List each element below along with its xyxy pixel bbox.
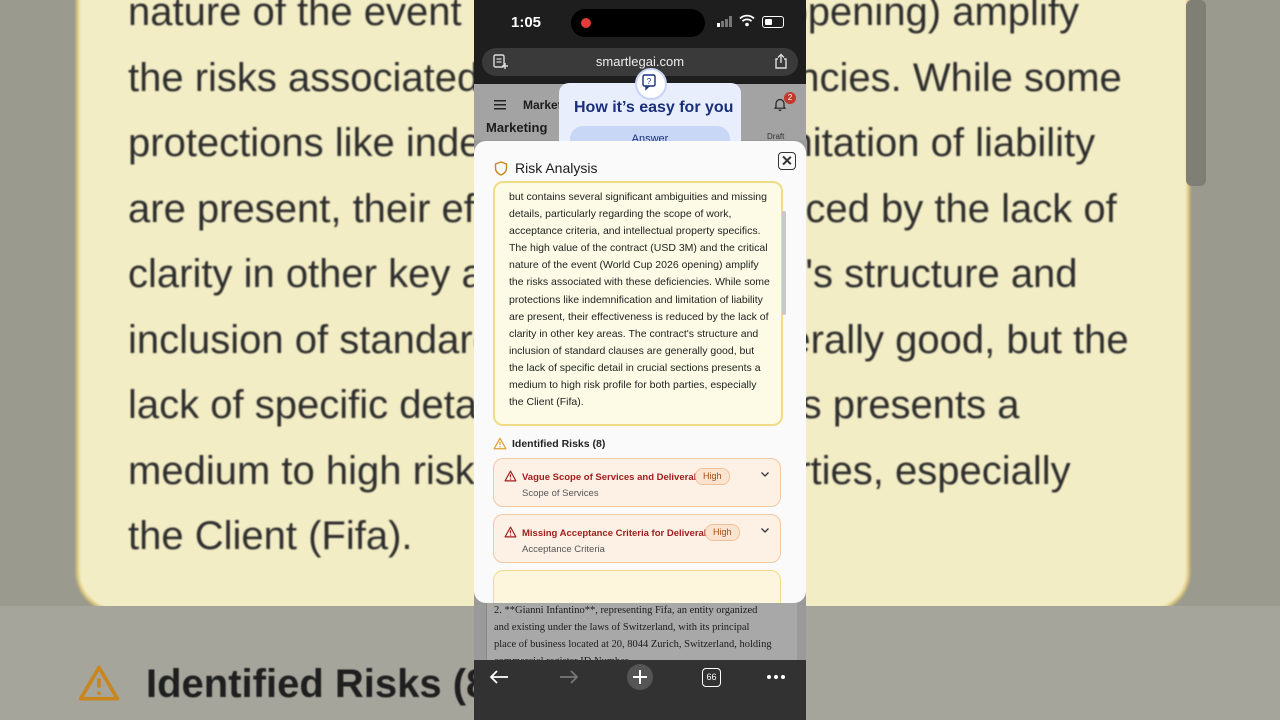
page-title: Marketing [486,120,548,135]
severity-badge: High [705,524,740,541]
background-risks-title: Identified Risks (8) [146,662,502,706]
phone-screen: 1:05 smartlegai.com Market Marketing 2 D… [474,0,806,720]
risk-item[interactable]: Vague Scope of Services and Deliverables… [493,458,781,507]
modal-title: Risk Analysis [515,160,598,176]
browser-toolbar: 66 [474,660,806,720]
menu-icon[interactable] [494,100,506,110]
notification-badge: 2 [784,92,796,104]
signal-icon [717,16,732,27]
warning-icon [504,526,517,538]
warning-icon [493,437,507,450]
draft-label: Draft [767,132,785,141]
identified-risks-title: Identified Risks (8) [512,438,606,450]
shield-icon [494,161,508,176]
battery-icon [762,16,784,28]
status-bar: 1:05 [474,0,806,44]
help-chat-icon: ? [642,74,656,91]
dynamic-island [571,9,705,37]
risk-summary-text: but contains several significant ambigui… [509,191,770,409]
tooltip-title: How it’s easy for you [574,99,734,116]
chevron-down-icon[interactable] [760,471,770,478]
severity-badge: High [695,468,730,485]
page-header-title: Market [523,98,562,112]
new-tab-icon[interactable] [626,663,654,691]
modal-scrollbar[interactable] [782,211,786,315]
risk-item[interactable]: Missing Acceptance Criteria for Delivera… [493,514,781,563]
risk-category: Scope of Services [522,488,599,499]
risk-title: Missing Acceptance Criteria for Delivera… [522,528,723,539]
status-time: 1:05 [511,14,542,31]
tabs-count-button[interactable]: 66 [702,668,721,687]
background-scrollbar [1186,0,1206,186]
back-arrow-icon[interactable] [488,668,510,686]
risk-category: Acceptance Criteria [522,544,605,555]
risk-analysis-modal: Risk Analysis but contains several signi… [474,141,806,603]
close-icon[interactable] [778,152,796,170]
risk-summary-box[interactable]: but contains several significant ambigui… [493,181,783,426]
url-text[interactable]: smartlegai.com [482,54,798,69]
share-icon[interactable] [774,53,788,70]
risk-item-partial[interactable] [493,570,781,603]
warning-icon [504,470,517,482]
more-icon[interactable] [766,674,786,680]
risk-title: Vague Scope of Services and Deliverables [522,472,713,483]
svg-text:?: ? [647,77,652,86]
tooltip-icon-circle: ? [635,68,667,100]
warning-icon [78,665,120,701]
forward-arrow-icon[interactable] [558,668,580,686]
chevron-down-icon[interactable] [760,527,770,534]
recording-icon [581,18,591,28]
wifi-icon [739,14,755,27]
